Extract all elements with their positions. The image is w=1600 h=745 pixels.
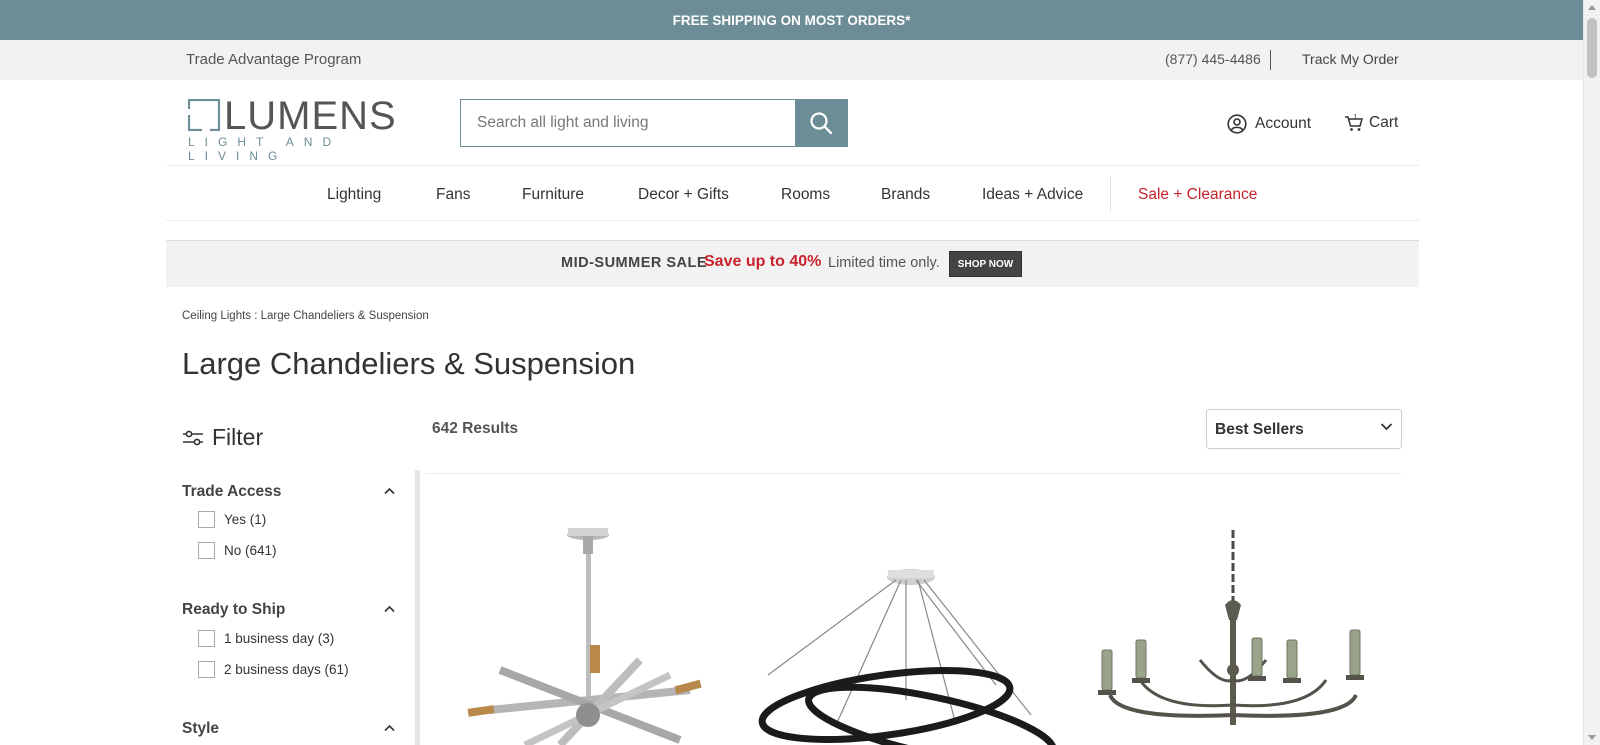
filter-option-trade-no[interactable]: No (641) bbox=[198, 542, 277, 559]
orbital-ring-chandelier-image bbox=[758, 569, 1056, 745]
track-order-link[interactable]: Track My Order bbox=[1302, 51, 1399, 67]
nav-item-sale-clearance[interactable]: Sale + Clearance bbox=[1138, 186, 1257, 204]
filter-group-ready-to-ship[interactable]: Ready to Ship bbox=[182, 601, 285, 619]
product-card-1[interactable] bbox=[440, 510, 740, 745]
filter-heading[interactable]: Filter bbox=[182, 424, 263, 451]
account-label: Account bbox=[1255, 115, 1312, 132]
sputnik-chandelier-image bbox=[467, 528, 702, 745]
sale-banner-note: Limited time only. bbox=[828, 255, 940, 271]
results-divider bbox=[425, 473, 1402, 474]
page-scrollbar[interactable] bbox=[1583, 0, 1600, 745]
scroll-thumb[interactable] bbox=[1587, 18, 1597, 78]
nav-divider bbox=[1110, 176, 1111, 212]
promo-text: FREE SHIPPING ON MOST ORDERS* bbox=[672, 12, 911, 28]
utility-bar: Trade Advantage Program (877) 445-4486 T… bbox=[0, 40, 1583, 80]
checkbox[interactable] bbox=[198, 511, 215, 528]
cart-count: 1 bbox=[1354, 114, 1358, 121]
search-button[interactable] bbox=[795, 100, 847, 146]
logo-tagline: LIGHT AND LIVING bbox=[188, 135, 342, 163]
user-icon bbox=[1227, 114, 1247, 134]
results-count: 642 Results bbox=[432, 420, 519, 437]
phone-number[interactable]: (877) 445-4486 bbox=[1165, 51, 1261, 67]
cart-label: Cart bbox=[1369, 114, 1399, 131]
scroll-down-arrow-icon[interactable] bbox=[1588, 735, 1596, 740]
filter-option-ship-1-day[interactable]: 1 business day (3) bbox=[198, 630, 334, 647]
account-link[interactable]: Account bbox=[1227, 114, 1311, 134]
logo-mark-icon bbox=[188, 99, 220, 131]
filter-scrollbar[interactable] bbox=[415, 470, 420, 745]
utility-divider bbox=[1270, 50, 1271, 70]
nav-item-brands[interactable]: Brands bbox=[881, 186, 930, 204]
chevron-down-icon bbox=[1380, 423, 1393, 431]
filter-option-label: No (641) bbox=[224, 543, 277, 558]
sort-selected-value: Best Sellers bbox=[1215, 421, 1304, 438]
filter-option-trade-yes[interactable]: Yes (1) bbox=[198, 511, 266, 528]
search-box bbox=[460, 99, 848, 147]
nav-item-furniture[interactable]: Furniture bbox=[522, 186, 584, 204]
search-input[interactable] bbox=[461, 100, 795, 146]
main-nav: Lighting Fans Furniture Decor + Gifts Ro… bbox=[166, 165, 1419, 221]
breadcrumb-current[interactable]: Large Chandeliers & Suspension bbox=[261, 310, 429, 322]
chevron-up-icon[interactable] bbox=[384, 487, 395, 495]
breadcrumb-separator: : bbox=[251, 310, 261, 322]
filter-group-trade-access[interactable]: Trade Access bbox=[182, 483, 281, 501]
filter-label: Filter bbox=[212, 424, 264, 450]
checkbox[interactable] bbox=[198, 661, 215, 678]
sort-select[interactable]: Best Sellers bbox=[1206, 409, 1402, 449]
page-title: Large Chandeliers & Suspension bbox=[182, 346, 636, 381]
logo-wordmark: LUMENS bbox=[224, 94, 397, 138]
sale-banner-discount: Save up to 40% bbox=[704, 253, 822, 270]
search-icon bbox=[810, 112, 833, 135]
checkbox[interactable] bbox=[198, 542, 215, 559]
promo-bar: FREE SHIPPING ON MOST ORDERS* bbox=[0, 0, 1583, 40]
breadcrumb: Ceiling Lights : Large Chandeliers & Sus… bbox=[182, 310, 429, 322]
cart-icon: 1 bbox=[1345, 114, 1363, 131]
filter-option-label: 1 business day (3) bbox=[224, 631, 335, 646]
filter-option-ship-2-days[interactable]: 2 business days (61) bbox=[198, 661, 349, 678]
chevron-up-icon[interactable] bbox=[384, 605, 395, 613]
checkbox[interactable] bbox=[198, 630, 215, 647]
candle-chandelier-image bbox=[1098, 530, 1364, 725]
scroll-up-arrow-icon[interactable] bbox=[1588, 5, 1596, 10]
nav-item-ideas-advice[interactable]: Ideas + Advice bbox=[982, 186, 1083, 204]
filter-group-style[interactable]: Style bbox=[182, 720, 219, 738]
nav-item-lighting[interactable]: Lighting bbox=[327, 186, 381, 204]
product-card-3[interactable] bbox=[1080, 510, 1380, 745]
nav-item-rooms[interactable]: Rooms bbox=[781, 186, 830, 204]
nav-item-decor-gifts[interactable]: Decor + Gifts bbox=[638, 186, 729, 204]
shop-now-button[interactable]: SHOP NOW bbox=[949, 251, 1022, 277]
product-card-2[interactable] bbox=[756, 510, 1056, 745]
site-logo[interactable]: LUMENS LIGHT AND LIVING bbox=[188, 94, 418, 163]
trade-program-link[interactable]: Trade Advantage Program bbox=[186, 51, 361, 68]
nav-item-fans[interactable]: Fans bbox=[436, 186, 470, 204]
cart-link[interactable]: 1 Cart bbox=[1344, 113, 1398, 133]
breadcrumb-parent[interactable]: Ceiling Lights bbox=[182, 310, 251, 322]
filter-option-label: 2 business days (61) bbox=[224, 662, 349, 677]
filter-option-label: Yes (1) bbox=[224, 512, 267, 527]
filter-sliders-icon bbox=[183, 430, 203, 445]
sale-banner: MID-SUMMER SALE Save up to 40% Limited t… bbox=[166, 240, 1419, 287]
sale-banner-label: MID-SUMMER SALE bbox=[561, 255, 708, 271]
chevron-up-icon[interactable] bbox=[384, 724, 395, 732]
